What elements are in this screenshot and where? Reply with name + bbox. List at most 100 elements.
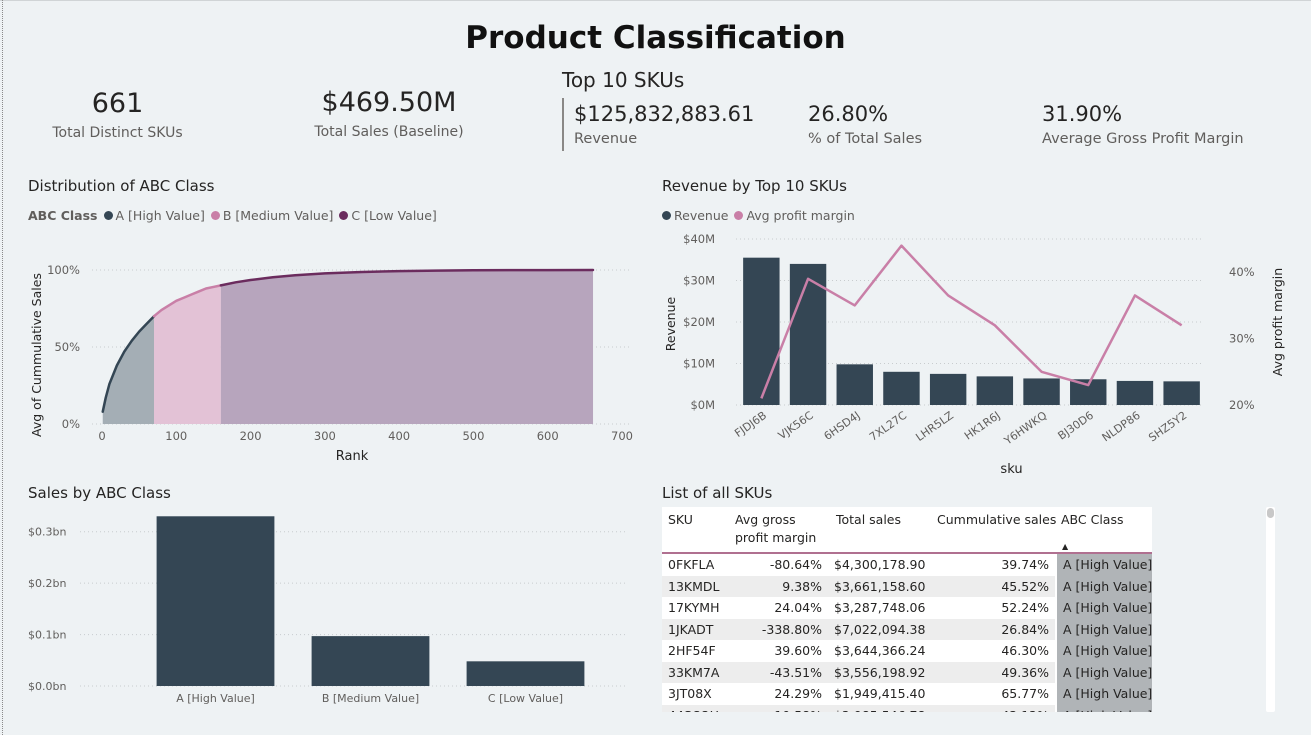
legend-dot-icon xyxy=(210,211,220,220)
table-row[interactable]: 44SO2H10.58%$2,985,546.7843.12%A [High V… xyxy=(662,704,1152,712)
kpi-total-skus: 661 Total Distinct SKUs xyxy=(40,88,195,141)
x-tick-label: HK1R6J xyxy=(962,409,1003,443)
cell-sku: 1JKADT xyxy=(668,621,714,637)
column-header-class[interactable]: ABC Class xyxy=(1055,507,1152,552)
cell-sku: 44SO2H xyxy=(662,708,729,712)
cell-total-sales: $1,949,415.40 xyxy=(834,686,926,702)
cell-total-sales: $3,661,158.60 xyxy=(834,578,926,594)
top10-revenue-card: $125,832,883.61 Revenue xyxy=(574,102,754,147)
x-tick-label: SHZ5Y2 xyxy=(1146,409,1189,445)
cell-class: A [High Value] xyxy=(1055,554,1152,576)
x-tick-label: 300 xyxy=(314,429,336,443)
column-header-sku[interactable]: SKU xyxy=(662,507,729,552)
cell-sku: 17KYMH xyxy=(668,600,720,616)
top10-chart[interactable]: $0M $10M $20M $30M $40M 20% 30% 40% FJDJ6B VJK56C… xyxy=(660,228,1300,483)
legend-dot-icon xyxy=(339,211,349,220)
y2-tick-label: 20% xyxy=(1229,398,1255,412)
cell-sku: 0FKFLA xyxy=(668,557,715,573)
y-tick-label: $0.3bn xyxy=(28,526,66,539)
column-header-margin[interactable]: Avg gross profit margin xyxy=(729,507,830,552)
x-tick-label: 7XL27C xyxy=(867,409,909,444)
x-tick-label: B [Medium Value] xyxy=(322,692,419,705)
table-row[interactable]: 1JKADT -338.80% $7,022,094.38 26.84% A [High… xyxy=(662,618,1152,640)
class-sales-bar xyxy=(466,661,585,686)
table-row[interactable]: 2HF54F 39.60% $3,644,366.24 46.30% A [High V… xyxy=(662,640,1152,662)
legend-item-margin[interactable]: Avg profit margin xyxy=(734,208,855,223)
legend-item-c[interactable]: C [Low Value] xyxy=(339,208,437,223)
x-tick-label: 500 xyxy=(462,429,484,443)
kpi-label: Total Sales (Baseline) xyxy=(314,124,464,140)
y-tick-label: $0M xyxy=(690,398,715,412)
legend-item-revenue[interactable]: Revenue xyxy=(662,208,728,223)
x-tick-label: Y6HWKQ xyxy=(1001,409,1049,448)
y-tick-label: 50% xyxy=(54,340,80,354)
x-tick-label: VJK56C xyxy=(776,409,816,443)
x-tick-label: 400 xyxy=(388,429,410,443)
distribution-chart[interactable]: 0% 50% 100% 0 100 200 300 400 500 600 700 Rank Avg o… xyxy=(25,228,645,468)
table-row[interactable]: 13KMDL 9.38% $3,661,158.60 45.52% A [High Va… xyxy=(662,575,1152,597)
distribution-chart-title: Distribution of ABC Class xyxy=(28,177,215,195)
x-axis-title: Rank xyxy=(336,449,369,464)
frame-left-border xyxy=(2,0,3,735)
y2-axis-title: Avg profit margin xyxy=(1270,268,1285,376)
cell-margin: 10.58% xyxy=(729,708,828,712)
legend-item-b[interactable]: B [Medium Value] xyxy=(210,208,334,223)
x-tick-label: C [Low Value] xyxy=(488,692,563,705)
sku-table-title: List of all SKUs xyxy=(662,484,773,502)
kpi-value: 661 xyxy=(91,88,144,119)
cell-total-sales: $3,644,366.24 xyxy=(834,643,926,659)
class-b-area xyxy=(154,285,221,424)
y-tick-label: $30M xyxy=(683,274,715,288)
x-tick-label: 6HSD4J xyxy=(821,409,862,443)
cell-margin: 9.38% xyxy=(782,578,822,594)
y-tick-label: 100% xyxy=(47,263,80,277)
table-row[interactable]: 0FKFLA -80.64% $4,300,178.90 39.74% A [High … xyxy=(662,554,1152,576)
table-row[interactable]: 33KM7A -43.51% $3,556,198.92 49.36% A [High … xyxy=(662,661,1152,683)
top10-margin-card: 31.90% Average Gross Profit Margin xyxy=(1042,102,1244,147)
legend-label: C [Low Value] xyxy=(351,208,437,223)
top10-chart-title: Revenue by Top 10 SKUs xyxy=(662,177,847,195)
y-tick-label: $0.0bn xyxy=(28,680,66,693)
y-tick-label: $0.1bn xyxy=(28,629,66,642)
table-scrollbar[interactable] xyxy=(1266,507,1275,712)
legend-dot-icon xyxy=(103,211,113,220)
top10-divider xyxy=(562,98,564,151)
cell-margin: 39.60% xyxy=(774,643,822,659)
cell-sku: 3JT08X xyxy=(668,686,712,702)
y-tick-label: $20M xyxy=(683,315,715,329)
kpi-total-sales: $469.50M Total Sales (Baseline) xyxy=(300,87,478,140)
x-tick-label: 700 xyxy=(611,429,633,443)
sales-by-class-title: Sales by ABC Class xyxy=(28,484,171,502)
x-tick-label: 100 xyxy=(165,429,187,443)
column-header-total-sales[interactable]: Total sales xyxy=(830,507,931,552)
y-axis-title: Revenue xyxy=(663,296,678,351)
kpi-label: Total Distinct SKUs xyxy=(52,125,183,141)
x-tick-label: 600 xyxy=(537,429,559,443)
class-a-area xyxy=(102,316,154,424)
table-row[interactable]: 3JT08X 24.29% $1,949,415.40 65.77% A [High V… xyxy=(662,683,1152,705)
cell-class: A [High Value] xyxy=(1055,661,1152,683)
cell-class: A [High Value] xyxy=(1055,704,1152,712)
legend-item-a[interactable]: A [High Value] xyxy=(103,208,205,223)
cell-class: A [High Value] xyxy=(1055,683,1152,705)
sort-ascending-icon[interactable]: ▲ xyxy=(1062,542,1068,551)
cell-total-sales: $4,300,178.90 xyxy=(834,557,926,573)
y-axis-title: Avg of Cummulative Sales xyxy=(29,273,44,437)
sales-by-class-chart[interactable]: $0.0bn $0.1bn $0.2bn $0.3bn A [High Value] B … xyxy=(25,505,635,715)
revenue-bar xyxy=(1023,378,1060,405)
cell-sku: 2HF54F xyxy=(668,643,716,659)
class-sales-bar xyxy=(311,636,430,686)
table-scrollbar-thumb[interactable] xyxy=(1267,508,1274,518)
y2-tick-label: 40% xyxy=(1229,265,1255,279)
top10-title: Top 10 SKUs xyxy=(562,68,685,92)
table-body: 0FKFLA -80.64% $4,300,178.90 39.74% A [High … xyxy=(662,554,1152,712)
card-value: 31.90% xyxy=(1042,102,1123,126)
column-header-cumulative[interactable]: Cummulative sales xyxy=(931,507,1056,552)
y-tick-label: $40M xyxy=(683,232,715,246)
x-tick-label: 0 xyxy=(98,429,105,443)
table-row[interactable]: 17KYMH 24.04% $3,287,748.06 52.24% A [High V… xyxy=(662,597,1152,619)
legend-label: Avg profit margin xyxy=(746,208,855,223)
legend-label: B [Medium Value] xyxy=(222,208,334,223)
frame-top-border xyxy=(0,0,1311,1)
cell-margin: -80.64% xyxy=(769,557,822,573)
